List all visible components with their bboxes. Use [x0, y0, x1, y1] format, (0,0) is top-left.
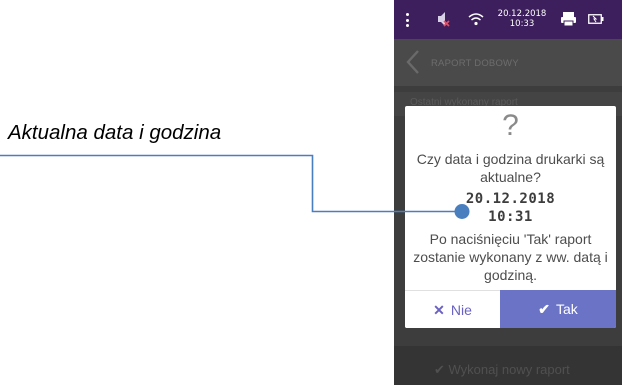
new-report-label: Wykonaj nowy raport [448, 362, 570, 377]
menu-dots-icon[interactable] [406, 13, 409, 27]
check-icon: ✔ [434, 362, 449, 377]
volume-muted-icon [438, 12, 450, 27]
check-icon: ✔ [538, 301, 550, 317]
status-time: 10:33 [509, 19, 535, 29]
no-button[interactable]: ✕ Nie [405, 290, 500, 328]
close-icon: ✕ [433, 302, 445, 318]
yes-button[interactable]: ✔ Tak [500, 290, 616, 328]
printer-datetime: 20.12.2018 10:31 [405, 190, 616, 226]
callout-label: Aktualna data i godzina [8, 121, 222, 144]
no-button-label: Nie [450, 302, 472, 318]
yes-button-label: Tak [555, 301, 578, 317]
wifi-icon [468, 13, 484, 26]
printer-time: 10:31 [488, 209, 533, 225]
status-date: 20.12.2018 [497, 9, 547, 19]
printer-icon [561, 12, 576, 27]
printer-date: 20.12.2018 [465, 191, 556, 207]
app-bar-title: RAPORT DOBOWY [431, 58, 519, 69]
app-bar: RAPORT DOBOWY [394, 39, 622, 86]
status-bar: 20.12.2018 10:33 [394, 0, 622, 39]
dialog-question: Czy data i godzina drukarki są aktualne? [416, 151, 605, 185]
status-date-time: 20.12.2018 10:33 [497, 9, 547, 29]
dialog-note: Po naciśnięciu 'Tak' raport zostanie wyk… [413, 231, 608, 283]
back-arrow-icon[interactable] [406, 50, 420, 74]
battery-icon [588, 14, 604, 24]
confirm-dialog: ? Czy data i godzina drukarki są aktualn… [405, 106, 616, 328]
question-mark-icon: ? [502, 109, 519, 142]
new-report-button[interactable]: ✔ Wykonaj nowy raport [394, 346, 622, 385]
device-screen: 20.12.2018 10:33 RAPORT DOBOWY Ostatni w… [394, 0, 622, 385]
